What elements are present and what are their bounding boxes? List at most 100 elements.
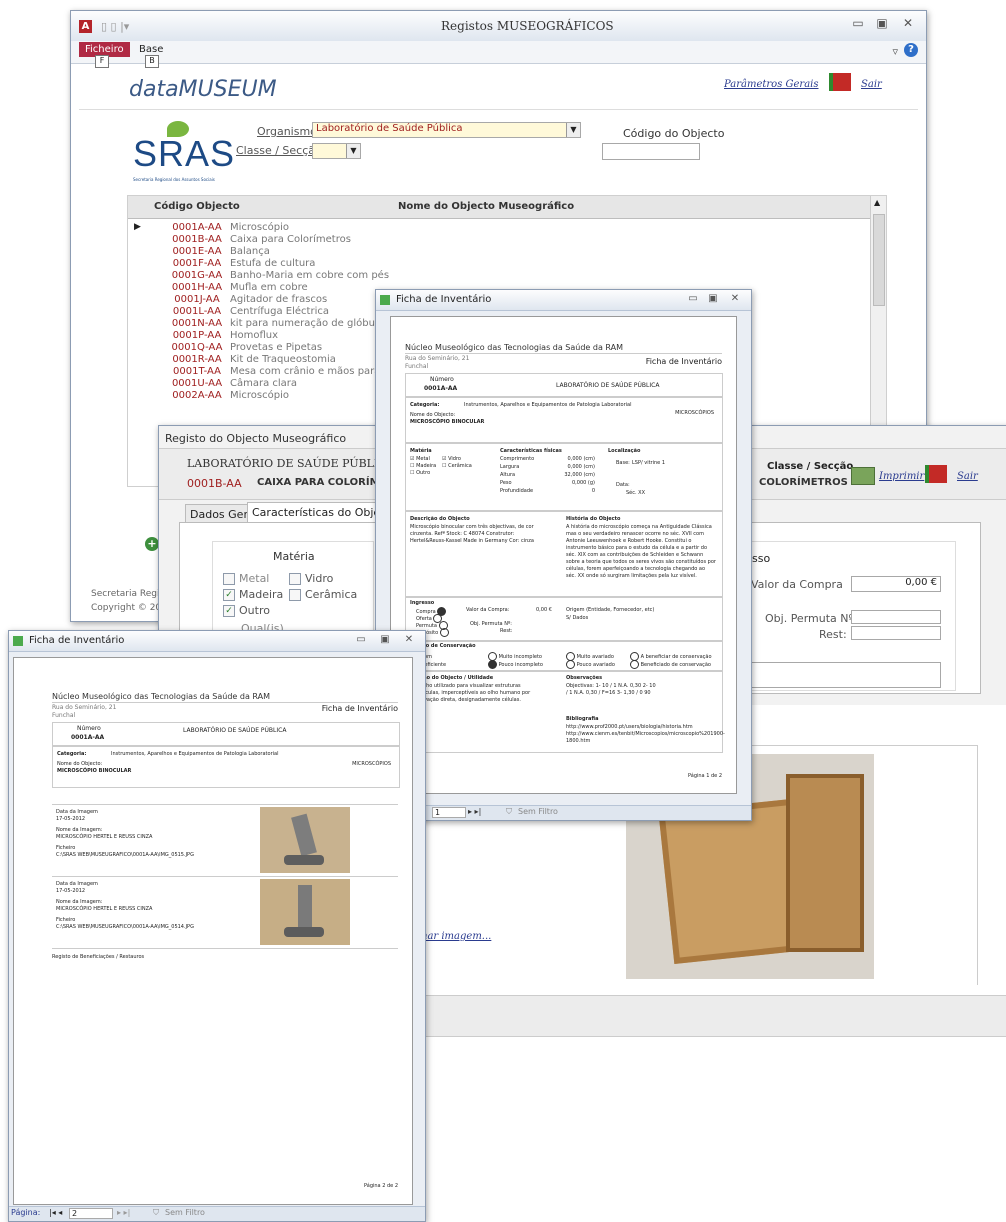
- exit-door-icon[interactable]: [829, 73, 851, 91]
- logo-text: SRAS: [133, 133, 236, 174]
- material-metal[interactable]: Metal: [223, 572, 269, 585]
- classe-select[interactable]: ▼: [312, 143, 361, 159]
- metal-checkbox[interactable]: [223, 573, 235, 585]
- dropdown-arrow-icon[interactable]: ▼: [566, 123, 580, 137]
- report-icon: [380, 295, 390, 305]
- categoria-label: Categoria:: [57, 751, 87, 757]
- materia-outro-text: Outro: [416, 470, 431, 476]
- maximize-icon[interactable]: ▣: [705, 293, 721, 304]
- table-row[interactable]: ▶ 0001A-AA Microscópio: [128, 222, 870, 234]
- main-window-title: Registos MUSEOGRÁFICOS: [441, 19, 614, 33]
- first-page-icon[interactable]: |◂ ◂: [49, 1208, 62, 1217]
- madeira-checkbox[interactable]: ✓: [223, 589, 235, 601]
- access-app-icon: A: [79, 20, 92, 33]
- sem-filtro-label[interactable]: Sem Filtro: [165, 1208, 205, 1217]
- report-a-address2: Funchal: [405, 363, 429, 370]
- next-page-icon[interactable]: ▸ ▸|: [468, 807, 481, 816]
- row-name: Centrífuga Eléctrica: [230, 306, 329, 317]
- quick-access-icon[interactable]: ▯ ▯ |▾: [101, 20, 129, 33]
- valor-compra-value: 0,00 €: [905, 577, 937, 588]
- filter-icon[interactable]: ⛉: [506, 807, 512, 817]
- registo-classe-label: Classe / Secção: [767, 461, 854, 472]
- minimize-icon[interactable]: ▭: [353, 634, 369, 645]
- data-value: Séc. XX: [626, 490, 646, 496]
- tab-caracteristicas[interactable]: Características do Objecto / Ir: [247, 502, 389, 522]
- report-b-page-input[interactable]: 2: [69, 1208, 113, 1219]
- maximize-icon[interactable]: ▣: [377, 634, 393, 645]
- report-a-number-box: Número 0001A-AA LABORATÓRIO DE SAÚDE PÚB…: [405, 373, 723, 397]
- rest-input[interactable]: [851, 626, 941, 640]
- material-vidro[interactable]: Vidro: [289, 572, 333, 585]
- minimize-icon[interactable]: ▭: [685, 293, 701, 304]
- report-b-address2: Funchal: [52, 712, 76, 719]
- tab-base[interactable]: Base: [139, 44, 163, 55]
- help-icon[interactable]: ?: [904, 43, 918, 57]
- tab-base-label: Base: [139, 44, 164, 55]
- close-icon[interactable]: ✕: [727, 293, 743, 304]
- report-a-page-input[interactable]: 1: [432, 807, 466, 818]
- vidro-checkbox[interactable]: [289, 573, 301, 585]
- parametros-gerais-link[interactable]: Parâmetros Gerais: [724, 79, 819, 90]
- image-date-label: Data da Imagem: [56, 881, 98, 887]
- close-icon[interactable]: ✕: [900, 16, 916, 30]
- dropdown-arrow-icon[interactable]: ▼: [346, 144, 360, 158]
- material-ceramica[interactable]: Cerâmica: [289, 588, 357, 601]
- row-name: Provetas e Pipetas: [230, 342, 323, 353]
- header-nome: Nome do Objecto Museográfico: [398, 201, 575, 212]
- row-selector-icon: ▶: [134, 222, 141, 232]
- ingresso-label: Ingresso: [410, 600, 435, 606]
- ribbon-collapse-icon[interactable]: ▿: [892, 45, 898, 58]
- material-vidro-label: Vidro: [305, 572, 334, 585]
- obj-permuta-input[interactable]: [851, 610, 941, 624]
- image-file-label: Ficheiro: [56, 845, 76, 851]
- add-record-icon[interactable]: +: [145, 537, 159, 551]
- table-row[interactable]: 0001G-AA Banho-Maria em cobre com pés: [128, 270, 870, 282]
- table-row[interactable]: 0001F-AA Estufa de cultura: [128, 258, 870, 270]
- organismo-select[interactable]: Laboratório de Saúde Pública ▼: [312, 122, 581, 138]
- table-row[interactable]: 0001B-AA Caixa para Colorímetros: [128, 234, 870, 246]
- report-a-titlebar: Ficha de Inventário ▭ ▣ ✕: [376, 290, 751, 311]
- registo-bottom-band: [380, 985, 1006, 995]
- valor-compra-input[interactable]: 0,00 €: [851, 576, 941, 592]
- registo-sair-link[interactable]: Sair: [957, 471, 978, 482]
- obs-label: Observações: [566, 675, 603, 681]
- row-name: Homoflux: [230, 330, 279, 341]
- base-value: LSP/ vitrine 1: [632, 460, 666, 466]
- close-icon[interactable]: ✕: [401, 634, 417, 645]
- historia-text: A história do microscópio começa na Anti…: [566, 524, 716, 579]
- numero-value: 0001A-AA: [424, 385, 458, 392]
- organismo-label: Organismo: [257, 125, 317, 138]
- report-b-titlebar: Ficha de Inventário ▭ ▣ ✕: [9, 631, 425, 652]
- material-outro[interactable]: ✓ Outro: [223, 604, 270, 617]
- material-ceramica-label: Cerâmica: [305, 588, 358, 601]
- data-label: Data:: [616, 482, 630, 488]
- report-b-category-box: Categoria: Instrumentos, Aparelhos e Equ…: [52, 746, 400, 788]
- observacoes-input[interactable]: [741, 662, 941, 688]
- scroll-up-icon[interactable]: ▲: [874, 198, 880, 207]
- imprimir-link[interactable]: Imprimir: [879, 471, 924, 482]
- next-page-icon[interactable]: ▸ ▸|: [117, 1208, 130, 1217]
- report-a-org-heading: Núcleo Museológico das Tecnologias da Sa…: [405, 343, 624, 352]
- carac-value: 0,000: [572, 480, 587, 486]
- box-lid-image: [786, 774, 864, 952]
- printer-icon[interactable]: [851, 467, 875, 485]
- sair-link[interactable]: Sair: [861, 79, 882, 90]
- codigo-objecto-input[interactable]: [602, 143, 700, 160]
- report-b-org-heading: Núcleo Museológico das Tecnologias da Sa…: [52, 692, 271, 701]
- scroll-thumb[interactable]: [873, 214, 885, 306]
- valor-compra-value: 0,00 €: [536, 607, 552, 613]
- numero-value: 0001A-AA: [71, 734, 105, 741]
- descricao-label: Descrição do Objecto: [410, 516, 470, 522]
- outro-checkbox[interactable]: ✓: [223, 605, 235, 617]
- minimize-icon[interactable]: ▭: [850, 16, 866, 30]
- base-label: Base:: [616, 460, 630, 466]
- table-row[interactable]: 0001E-AA Balança: [128, 246, 870, 258]
- maximize-icon[interactable]: ▣: [874, 16, 890, 30]
- filter-icon[interactable]: ⛉: [153, 1208, 159, 1218]
- exit-door-icon[interactable]: [925, 465, 947, 483]
- sem-filtro-label[interactable]: Sem Filtro: [518, 807, 558, 816]
- adicionar-imagem-link[interactable]: nar imagem...: [421, 931, 491, 942]
- ceramica-checkbox[interactable]: [289, 589, 301, 601]
- radio-icon: [566, 660, 575, 669]
- material-madeira[interactable]: ✓ Madeira: [223, 588, 283, 601]
